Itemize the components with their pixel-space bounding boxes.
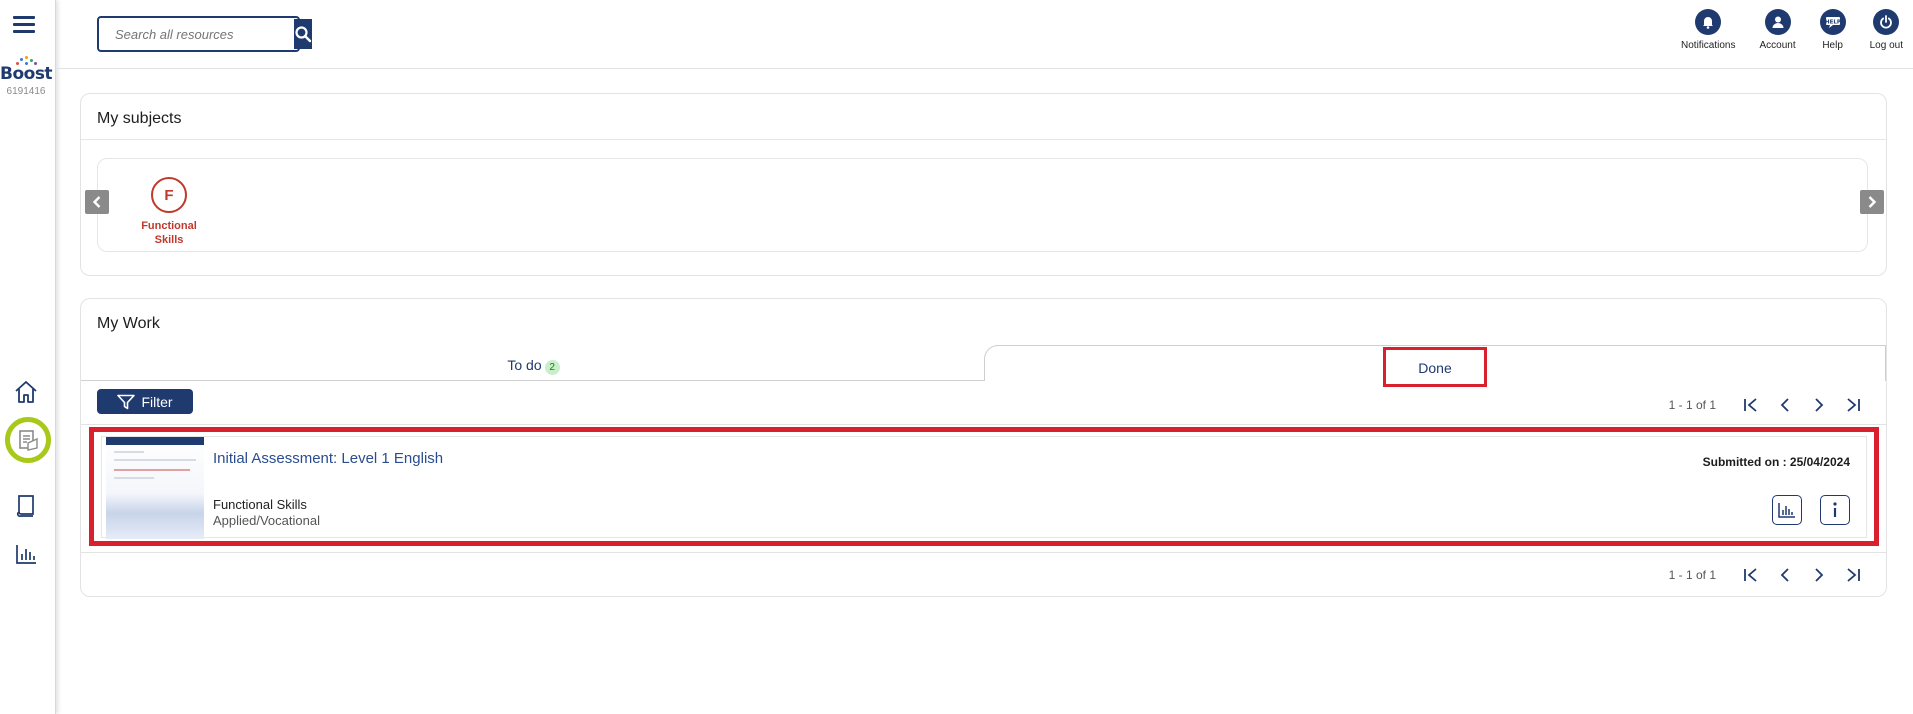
- search-icon: [295, 26, 312, 43]
- first-page-icon[interactable]: [1740, 564, 1762, 586]
- svg-text:HELP: HELP: [1825, 20, 1841, 26]
- learner-id: 6191416: [6, 86, 46, 97]
- my-work-title: My Work: [97, 315, 160, 332]
- bell-icon: [1695, 9, 1722, 35]
- filter-button[interactable]: Filter: [97, 389, 193, 414]
- logo-dots: [6, 56, 46, 66]
- submitted-date: Submitted on : 25/04/2024: [1702, 455, 1850, 469]
- first-page-icon[interactable]: [1740, 394, 1762, 416]
- bar-chart-icon: [1778, 503, 1795, 518]
- last-page-icon[interactable]: [1842, 564, 1864, 586]
- info-button[interactable]: [1820, 495, 1850, 525]
- account-icon: [1764, 9, 1791, 35]
- search-button[interactable]: [294, 19, 312, 49]
- search-box: [97, 16, 312, 52]
- help-label: Help: [1822, 40, 1843, 51]
- logout-label: Log out: [1869, 40, 1903, 51]
- carousel-next-button[interactable]: [1860, 190, 1884, 214]
- last-page-icon[interactable]: [1842, 394, 1864, 416]
- book-icon[interactable]: [12, 492, 40, 520]
- boost-logo[interactable]: Boost 6191416: [0, 56, 53, 97]
- account-label: Account: [1759, 40, 1796, 51]
- help-button[interactable]: HELP Help: [1819, 9, 1846, 51]
- work-item-subject: Functional Skills: [213, 497, 307, 512]
- power-icon: [1873, 9, 1900, 35]
- prev-page-icon[interactable]: [1774, 394, 1796, 416]
- separator: [81, 424, 1886, 425]
- left-rail: Boost 6191416: [0, 0, 56, 714]
- top-header: Notifications Account HELP Help Log out: [56, 0, 1913, 69]
- menu-icon[interactable]: [13, 16, 35, 34]
- assignment-icon[interactable]: [5, 417, 51, 463]
- header-actions: Notifications Account HELP Help Log out: [1657, 9, 1903, 51]
- search-input[interactable]: [99, 18, 293, 50]
- tab-todo-label: To do: [507, 357, 542, 373]
- notifications-label: Notifications: [1681, 40, 1736, 51]
- bar-chart-icon[interactable]: [12, 540, 40, 568]
- work-item-title[interactable]: Initial Assessment: Level 1 English: [213, 450, 443, 467]
- pager-text: 1 - 1 of 1: [1668, 398, 1716, 412]
- logo-text: Boost: [0, 64, 53, 84]
- results-button[interactable]: [1772, 495, 1802, 525]
- logout-button[interactable]: Log out: [1870, 9, 1903, 51]
- assessment-thumbnail: [106, 437, 204, 539]
- account-button[interactable]: Account: [1759, 9, 1796, 51]
- chevron-right-icon: [1868, 196, 1877, 208]
- help-icon: HELP: [1819, 9, 1846, 35]
- subjects-carousel: F Functional Skills: [97, 158, 1868, 252]
- next-page-icon[interactable]: [1808, 394, 1830, 416]
- pager-text: 1 - 1 of 1: [1668, 568, 1716, 582]
- pager-top: 1 - 1 of 1: [1669, 394, 1864, 416]
- chevron-left-icon: [92, 196, 101, 208]
- separator: [81, 552, 1886, 553]
- my-work-panel: My Work To do 2 Done Filter 1 - 1 of 1 In…: [80, 298, 1887, 597]
- home-icon[interactable]: [12, 378, 40, 406]
- tab-todo[interactable]: To do 2: [81, 345, 986, 381]
- carousel-prev-button[interactable]: [85, 190, 109, 214]
- next-page-icon[interactable]: [1808, 564, 1830, 586]
- filter-label: Filter: [141, 393, 173, 410]
- my-subjects-panel: My subjects F Functional Skills: [80, 93, 1887, 276]
- subject-label: Functional Skills: [141, 220, 197, 246]
- work-item-card[interactable]: Initial Assessment: Level 1 English Func…: [101, 436, 1867, 539]
- funnel-icon: [117, 394, 136, 409]
- subject-functional-skills[interactable]: F Functional Skills: [124, 177, 214, 247]
- my-subjects-title: My subjects: [81, 94, 1886, 140]
- tab-done-label: Done: [1383, 347, 1487, 387]
- notifications-button[interactable]: Notifications: [1681, 9, 1735, 51]
- prev-page-icon[interactable]: [1774, 564, 1796, 586]
- tab-done[interactable]: Done: [984, 345, 1886, 387]
- todo-count-badge: 2: [544, 360, 560, 375]
- subject-letter: F: [151, 177, 187, 213]
- work-tabs: To do 2 Done: [81, 345, 1886, 387]
- work-item-category: Applied/Vocational: [213, 513, 320, 528]
- info-icon: [1833, 502, 1837, 517]
- pager-bottom: 1 - 1 of 1: [1669, 564, 1864, 586]
